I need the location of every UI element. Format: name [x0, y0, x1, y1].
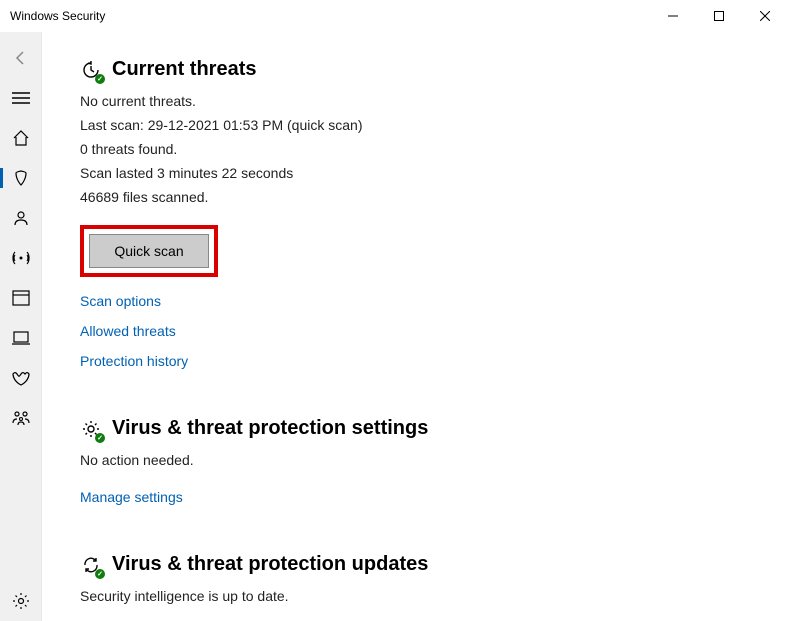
window-controls: [650, 0, 788, 32]
current-threats-heading: Current threats: [112, 58, 256, 81]
nav-virus-protection[interactable]: [0, 158, 42, 198]
protection-settings-heading: Virus & threat protection settings: [112, 417, 428, 440]
content-area: Current threats No current threats. Last…: [42, 32, 788, 621]
protection-updates-section: Virus & threat protection updates Securi…: [80, 553, 750, 607]
nav-settings[interactable]: [0, 581, 42, 621]
current-threats-section: Current threats No current threats. Last…: [80, 58, 750, 369]
allowed-threats-link[interactable]: Allowed threats: [80, 323, 750, 339]
gear-icon: [80, 418, 102, 440]
status-ok-badge-icon: [95, 74, 105, 84]
nav-account-protection[interactable]: [0, 198, 42, 238]
files-scanned-text: 46689 files scanned.: [80, 187, 750, 208]
maximize-button[interactable]: [696, 0, 742, 32]
titlebar: Windows Security: [0, 0, 788, 32]
protection-updates-heading: Virus & threat protection updates: [112, 553, 428, 576]
protection-settings-section: Virus & threat protection settings No ac…: [80, 417, 750, 505]
last-scan-text: Last scan: 29-12-2021 01:53 PM (quick sc…: [80, 115, 750, 136]
updates-status-text: Security intelligence is up to date.: [80, 586, 750, 607]
sidebar: [0, 32, 42, 621]
back-button[interactable]: [0, 38, 42, 78]
nav-device-performance[interactable]: [0, 358, 42, 398]
no-threats-text: No current threats.: [80, 91, 750, 112]
settings-status-text: No action needed.: [80, 450, 750, 471]
nav-device-security[interactable]: [0, 318, 42, 358]
minimize-button[interactable]: [650, 0, 696, 32]
status-ok-badge-icon: [95, 433, 105, 443]
manage-settings-link[interactable]: Manage settings: [80, 489, 750, 505]
window-title: Windows Security: [10, 9, 105, 23]
nav-family-options[interactable]: [0, 398, 42, 438]
nav-app-browser[interactable]: [0, 278, 42, 318]
scan-options-link[interactable]: Scan options: [80, 293, 750, 309]
menu-button[interactable]: [0, 78, 42, 118]
nav-home[interactable]: [0, 118, 42, 158]
threats-found-text: 0 threats found.: [80, 139, 750, 160]
history-shield-icon: [80, 59, 102, 81]
refresh-icon: [80, 554, 102, 576]
scan-duration-text: Scan lasted 3 minutes 22 seconds: [80, 163, 750, 184]
quick-scan-highlight: Quick scan: [80, 225, 218, 277]
close-button[interactable]: [742, 0, 788, 32]
protection-history-link[interactable]: Protection history: [80, 353, 750, 369]
nav-firewall[interactable]: [0, 238, 42, 278]
quick-scan-button[interactable]: Quick scan: [89, 234, 209, 268]
status-ok-badge-icon: [95, 569, 105, 579]
